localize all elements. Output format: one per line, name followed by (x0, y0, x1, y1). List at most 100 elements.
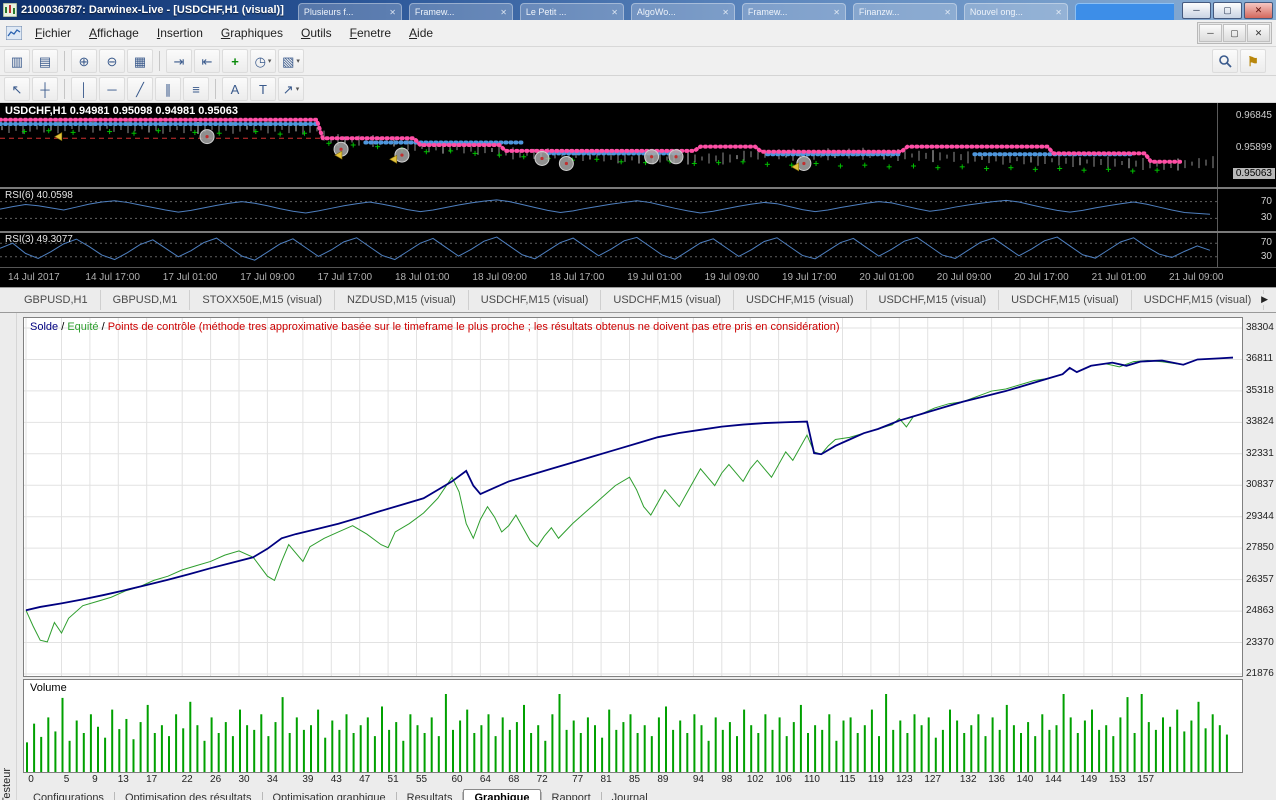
child-restore-button[interactable]: ▢ (1223, 24, 1246, 42)
menu-fichier[interactable]: Fichier (26, 22, 80, 44)
time-axis-label: 21 Jul 09:00 (1169, 272, 1224, 283)
titlebar[interactable]: 2100036787: Darwinex-Live - [USDCHF,H1 (… (0, 0, 1276, 20)
menu-insertion[interactable]: Insertion (148, 22, 212, 44)
new-order-button[interactable]: + (222, 49, 248, 73)
chart-bars-icon: ▥ (11, 55, 23, 68)
time-axis[interactable]: 14 Jul 201714 Jul 17:0017 Jul 01:0017 Ju… (0, 267, 1276, 288)
chart-tab[interactable]: USDCHF,M15 (visual) (999, 290, 1132, 310)
tester-tab-rapport[interactable]: Rapport (542, 790, 601, 800)
tab-close-icon[interactable]: ✕ (833, 8, 840, 17)
label-button[interactable]: T (250, 77, 276, 101)
zoom-in-button[interactable]: ⊕ (71, 49, 97, 73)
y-axis-label: 32331 (1246, 448, 1274, 459)
rsi3-scale[interactable]: 7030 (1217, 233, 1276, 267)
search-button[interactable] (1212, 49, 1238, 73)
chart-tab[interactable]: GBPUSD,M1 (101, 290, 191, 310)
tab-close-icon[interactable]: ✕ (389, 8, 396, 17)
tab-close-icon[interactable]: ✕ (944, 8, 951, 17)
rsi3-indicator-pane[interactable]: RSI(3) 49.3077 7030 (0, 233, 1276, 267)
vertical-line-button[interactable]: │ (71, 77, 97, 101)
tester-tab-resultats[interactable]: Resultats (397, 790, 463, 800)
chart-shift-button[interactable]: ⇤ (194, 49, 220, 73)
menu-fenetre[interactable]: Fenetre (341, 22, 400, 44)
child-close-button[interactable]: ✕ (1247, 24, 1270, 42)
menu-graphiques[interactable]: Graphiques (212, 22, 292, 44)
horizontal-line-button[interactable]: ─ (99, 77, 125, 101)
cursor-button[interactable]: ↖ (4, 77, 30, 101)
tester-panel: Testeur Solde / Equité / Points de contr… (0, 312, 1276, 800)
flag-button[interactable]: ⚑ (1240, 49, 1266, 73)
chart-tab[interactable]: STOXX50E,M15 (visual) (190, 290, 335, 310)
maximize-button[interactable]: ▢ (1213, 2, 1242, 19)
arrows-button[interactable]: ↗▾ (278, 77, 304, 101)
x-axis-label: 17 (146, 774, 157, 785)
fibonacci-button[interactable]: ≡ (183, 77, 209, 101)
tester-tab-journal[interactable]: Journal (602, 790, 658, 800)
rsi6-indicator-pane[interactable]: RSI(6) 40.0598 7030 (0, 189, 1276, 231)
chart-area[interactable]: USDCHF,H1 0.94981 0.95098 0.94981 0.9506… (0, 103, 1276, 287)
tester-tab-optimisation-graphique[interactable]: Optimisation graphique (263, 790, 396, 800)
templates-button[interactable]: ▧▾ (278, 49, 304, 73)
auto-scroll-button[interactable]: ⇥ (166, 49, 192, 73)
chart-tabs-list: GBPUSD,H1GBPUSD,M1STOXX50E,M15 (visual)N… (12, 290, 1276, 310)
chart-bars-button[interactable]: ▥ (4, 49, 30, 73)
rsi6-scale[interactable]: 7030 (1217, 189, 1276, 231)
background-browser-tab[interactable]: Framew...✕ (409, 3, 513, 20)
volume-pane[interactable]: Volume (23, 679, 1243, 773)
chart-tab[interactable]: USDCHF,M15 (visual) (734, 290, 867, 310)
tab-close-icon[interactable]: ✕ (1055, 8, 1062, 17)
background-browser-tab[interactable]: Framew...✕ (742, 3, 846, 20)
tester-tab-optimisation-des-r-sultats[interactable]: Optimisation des résultats (115, 790, 262, 800)
chart-tab[interactable]: GBPUSD,H1 (12, 290, 101, 310)
trendline-button[interactable]: ╱ (127, 77, 153, 101)
background-browser-tab[interactable]: Nouvel ong...✕ (964, 3, 1068, 20)
background-browser-tab[interactable]: Le Petit ...✕ (520, 3, 624, 20)
volume-canvas[interactable] (24, 680, 1242, 772)
chart-tab[interactable]: USDCHF,M15 (visual) (469, 290, 602, 310)
menu-aide[interactable]: Aide (400, 22, 442, 44)
close-button[interactable]: ✕ (1244, 2, 1273, 19)
price-chart-pane[interactable]: USDCHF,H1 0.94981 0.95098 0.94981 0.9506… (0, 103, 1276, 187)
chart-tab[interactable]: USDCHF,M15 (visual) (601, 290, 734, 310)
chart-tab[interactable]: USDCHF,M15 (visual) (867, 290, 1000, 310)
child-minimize-button[interactable]: ─ (1199, 24, 1222, 42)
tab-close-icon[interactable]: ✕ (500, 8, 507, 17)
magnifier-icon (1218, 54, 1232, 68)
cursor-icon: ↖ (12, 83, 23, 96)
tab-close-icon[interactable]: ✕ (722, 8, 729, 17)
toolbar-line-buttons: ↖ ┼ │─╱∥≡ AT↗▾ (4, 77, 304, 101)
chart-tab[interactable]: NZDUSD,M15 (visual) (335, 290, 469, 310)
chart-candles-button[interactable]: ▤ (32, 49, 58, 73)
background-browser-tab[interactable]: Finanzw...✕ (853, 3, 957, 20)
minimize-button[interactable]: ─ (1182, 2, 1211, 19)
x-axis-label: 119 (868, 774, 884, 785)
channel-button[interactable]: ∥ (155, 77, 181, 101)
rsi6-canvas[interactable] (0, 189, 1218, 231)
chart-tab[interactable]: USDCHF,M15 (visual) (1132, 290, 1265, 310)
crosshair-button[interactable]: ┼ (32, 77, 58, 101)
price-scale-label: 0.95899 (1236, 142, 1272, 153)
crosshair-icon: ┼ (40, 83, 49, 96)
text-button[interactable]: A (222, 77, 248, 101)
tester-tab-graphique[interactable]: Graphique (463, 789, 540, 800)
chart-candles-icon: ▤ (39, 55, 51, 68)
periods-button[interactable]: ◷▾ (250, 49, 276, 73)
background-browser-tab[interactable]: AlgoWo...✕ (631, 3, 735, 20)
rsi3-canvas[interactable] (0, 233, 1218, 267)
menu-outils[interactable]: Outils (292, 22, 341, 44)
tester-tab-configurations[interactable]: Configurations (23, 790, 114, 800)
tab-close-icon[interactable]: ✕ (611, 8, 618, 17)
x-axis-label: 0 (28, 774, 34, 785)
tester-graph[interactable]: Solde / Equité / Points de contrôle (mét… (23, 317, 1243, 677)
volume-label: Volume (30, 682, 67, 694)
x-axis-label: 153 (1109, 774, 1126, 785)
menu-affichage[interactable]: Affichage (80, 22, 148, 44)
background-browser-tab[interactable] (1075, 3, 1174, 20)
y-axis-label: 27850 (1246, 542, 1274, 553)
zoom-out-button[interactable]: ⊖ (99, 49, 125, 73)
price-scale[interactable]: 0.968450.958990.95063 (1217, 103, 1276, 187)
indicators-button[interactable]: ▦ (127, 49, 153, 73)
chart-tabs-scroll-right-button[interactable]: ▶ (1258, 294, 1271, 305)
tester-graph-canvas[interactable] (24, 318, 1242, 676)
background-browser-tab[interactable]: Plusieurs f...✕ (298, 3, 402, 20)
